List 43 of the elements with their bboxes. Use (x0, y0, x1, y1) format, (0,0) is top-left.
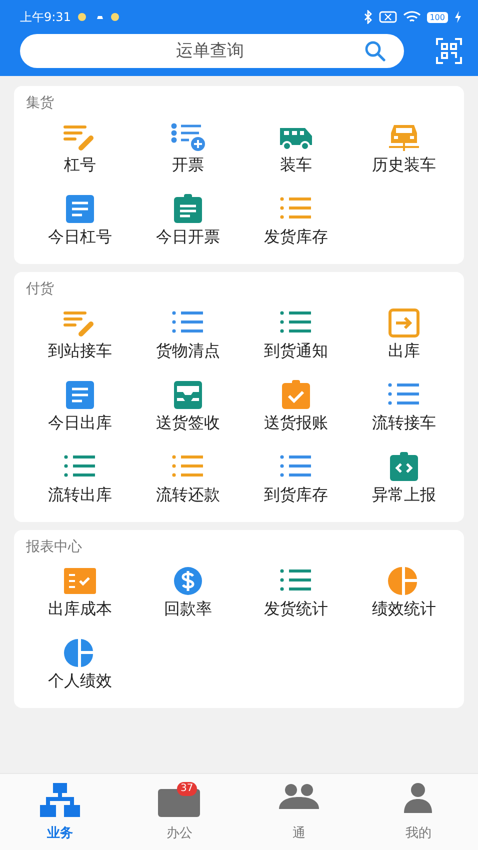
menu-item[interactable]: 异常上报 (350, 444, 458, 514)
menu-item[interactable]: 开票 (134, 114, 242, 184)
search-bar[interactable]: 运单查询 (20, 34, 404, 68)
bluetooth-icon (362, 10, 373, 24)
menu-item[interactable]: 流转接车 (350, 372, 458, 442)
section-title: 报表中心 (26, 538, 83, 556)
menu-item[interactable]: 货物清点 (134, 300, 242, 370)
menu-item[interactable]: 到站接车 (26, 300, 134, 370)
menu-item[interactable]: 历史装车 (350, 114, 458, 184)
status-time: 上午9:31 (20, 8, 71, 26)
wifi-icon (402, 10, 421, 24)
nav-tab[interactable]: 业务 (0, 774, 120, 850)
count-badge: 37 (176, 782, 198, 796)
nav-tab[interactable]: 37 办公 (120, 774, 239, 850)
menu-item[interactable]: 今日杠号 (26, 186, 134, 256)
menu-item[interactable]: 送货报账 (242, 372, 350, 442)
menu-item[interactable]: 绩效统计 (350, 558, 458, 628)
search-field[interactable]: 运单查询 (30, 40, 364, 62)
sim-icon (378, 11, 397, 23)
scan-icon[interactable] (436, 38, 462, 64)
menu-item[interactable]: 出库成本 (26, 558, 134, 628)
menu-item[interactable]: 今日开票 (134, 186, 242, 256)
menu-item[interactable]: 回款率 (134, 558, 242, 628)
menu-item[interactable]: 今日出库 (26, 372, 134, 442)
search-icon[interactable] (364, 40, 386, 62)
menu-item[interactable]: 送货签收 (134, 372, 242, 442)
hierarchy-icon (38, 782, 82, 816)
menu-item[interactable]: 到货库存 (242, 444, 350, 514)
menu-item[interactable]: 流转出库 (26, 444, 134, 514)
menu-item[interactable]: 杠号 (26, 114, 134, 184)
menu-item[interactable]: 到货通知 (242, 300, 350, 370)
section-title: 集货 (26, 94, 55, 112)
menu-item[interactable]: 装车 (242, 114, 350, 184)
battery-level: 100 (426, 12, 448, 22)
section-title: 付货 (26, 280, 55, 298)
nav-tab[interactable]: 我的 (358, 774, 478, 850)
menu-item[interactable]: 流转还款 (134, 444, 242, 514)
menu-item[interactable]: 个人绩效 (26, 630, 134, 700)
charging-icon (454, 11, 462, 23)
nav-tab[interactable]: 通 (239, 774, 358, 850)
menu-item[interactable]: 发货库存 (242, 186, 350, 256)
menu-item[interactable]: 出库 (350, 300, 458, 370)
menu-item[interactable]: 发货统计 (242, 558, 350, 628)
